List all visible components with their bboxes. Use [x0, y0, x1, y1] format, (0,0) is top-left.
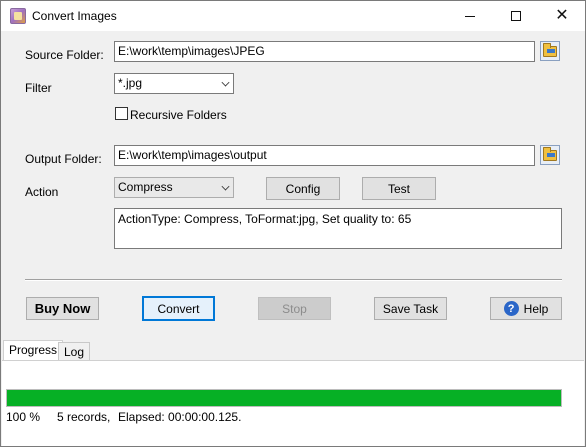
- folder-open-icon: [543, 146, 557, 161]
- maximize-icon: [511, 11, 521, 21]
- records-count: 5 records,: [57, 410, 111, 424]
- title-bar[interactable]: Convert Images ✕: [1, 1, 585, 31]
- filter-combo[interactable]: *.jpg: [114, 73, 234, 94]
- recursive-folders-label: Recursive Folders: [130, 108, 227, 122]
- maximize-button[interactable]: [493, 1, 539, 31]
- action-combo[interactable]: Compress: [114, 177, 234, 198]
- buy-now-button[interactable]: Buy Now: [26, 297, 99, 320]
- output-folder-label: Output Folder:: [25, 152, 102, 166]
- help-icon: ?: [503, 301, 519, 316]
- convert-images-window: Convert Images ✕ Source Folder: E:\work\…: [0, 0, 586, 447]
- browse-output-button[interactable]: [540, 145, 560, 165]
- action-label: Action: [25, 185, 59, 199]
- chevron-down-icon: [221, 182, 230, 191]
- browse-source-button[interactable]: [540, 41, 560, 61]
- convert-button[interactable]: Convert: [142, 296, 215, 321]
- progress-percent: 100 %: [6, 410, 41, 424]
- test-button[interactable]: Test: [362, 177, 436, 200]
- save-task-button[interactable]: Save Task: [374, 297, 447, 320]
- tab-log[interactable]: Log: [58, 342, 91, 361]
- chevron-down-icon: [221, 78, 230, 87]
- app-image-icon: [10, 8, 26, 24]
- tab-progress[interactable]: Progress: [3, 340, 64, 361]
- elapsed-time: Elapsed: 00:00:00.125.: [118, 410, 242, 424]
- stop-button[interactable]: Stop: [258, 297, 331, 320]
- output-folder-input[interactable]: E:\work\temp\images\output: [114, 145, 535, 166]
- minimize-button[interactable]: [447, 1, 493, 31]
- progress-bar-fill: [7, 390, 561, 406]
- filter-label: Filter: [25, 81, 52, 95]
- window-title: Convert Images: [32, 9, 117, 23]
- progress-bar: [6, 389, 562, 407]
- divider: [25, 279, 562, 281]
- help-button-label: Help: [523, 301, 549, 316]
- filter-value: *.jpg: [118, 76, 143, 90]
- close-button[interactable]: ✕: [539, 1, 585, 31]
- help-button[interactable]: ? Help: [490, 297, 562, 320]
- action-summary-text[interactable]: ActionType: Compress, ToFormat:jpg, Set …: [114, 208, 562, 249]
- source-folder-label: Source Folder:: [25, 48, 104, 62]
- source-folder-input[interactable]: E:\work\temp\images\JPEG: [114, 41, 535, 62]
- close-icon: ✕: [555, 7, 569, 24]
- action-value: Compress: [118, 180, 173, 194]
- recursive-folders-checkbox[interactable]: [115, 107, 128, 120]
- minimize-icon: [465, 15, 475, 17]
- folder-open-icon: [543, 42, 557, 57]
- config-button[interactable]: Config: [266, 177, 340, 200]
